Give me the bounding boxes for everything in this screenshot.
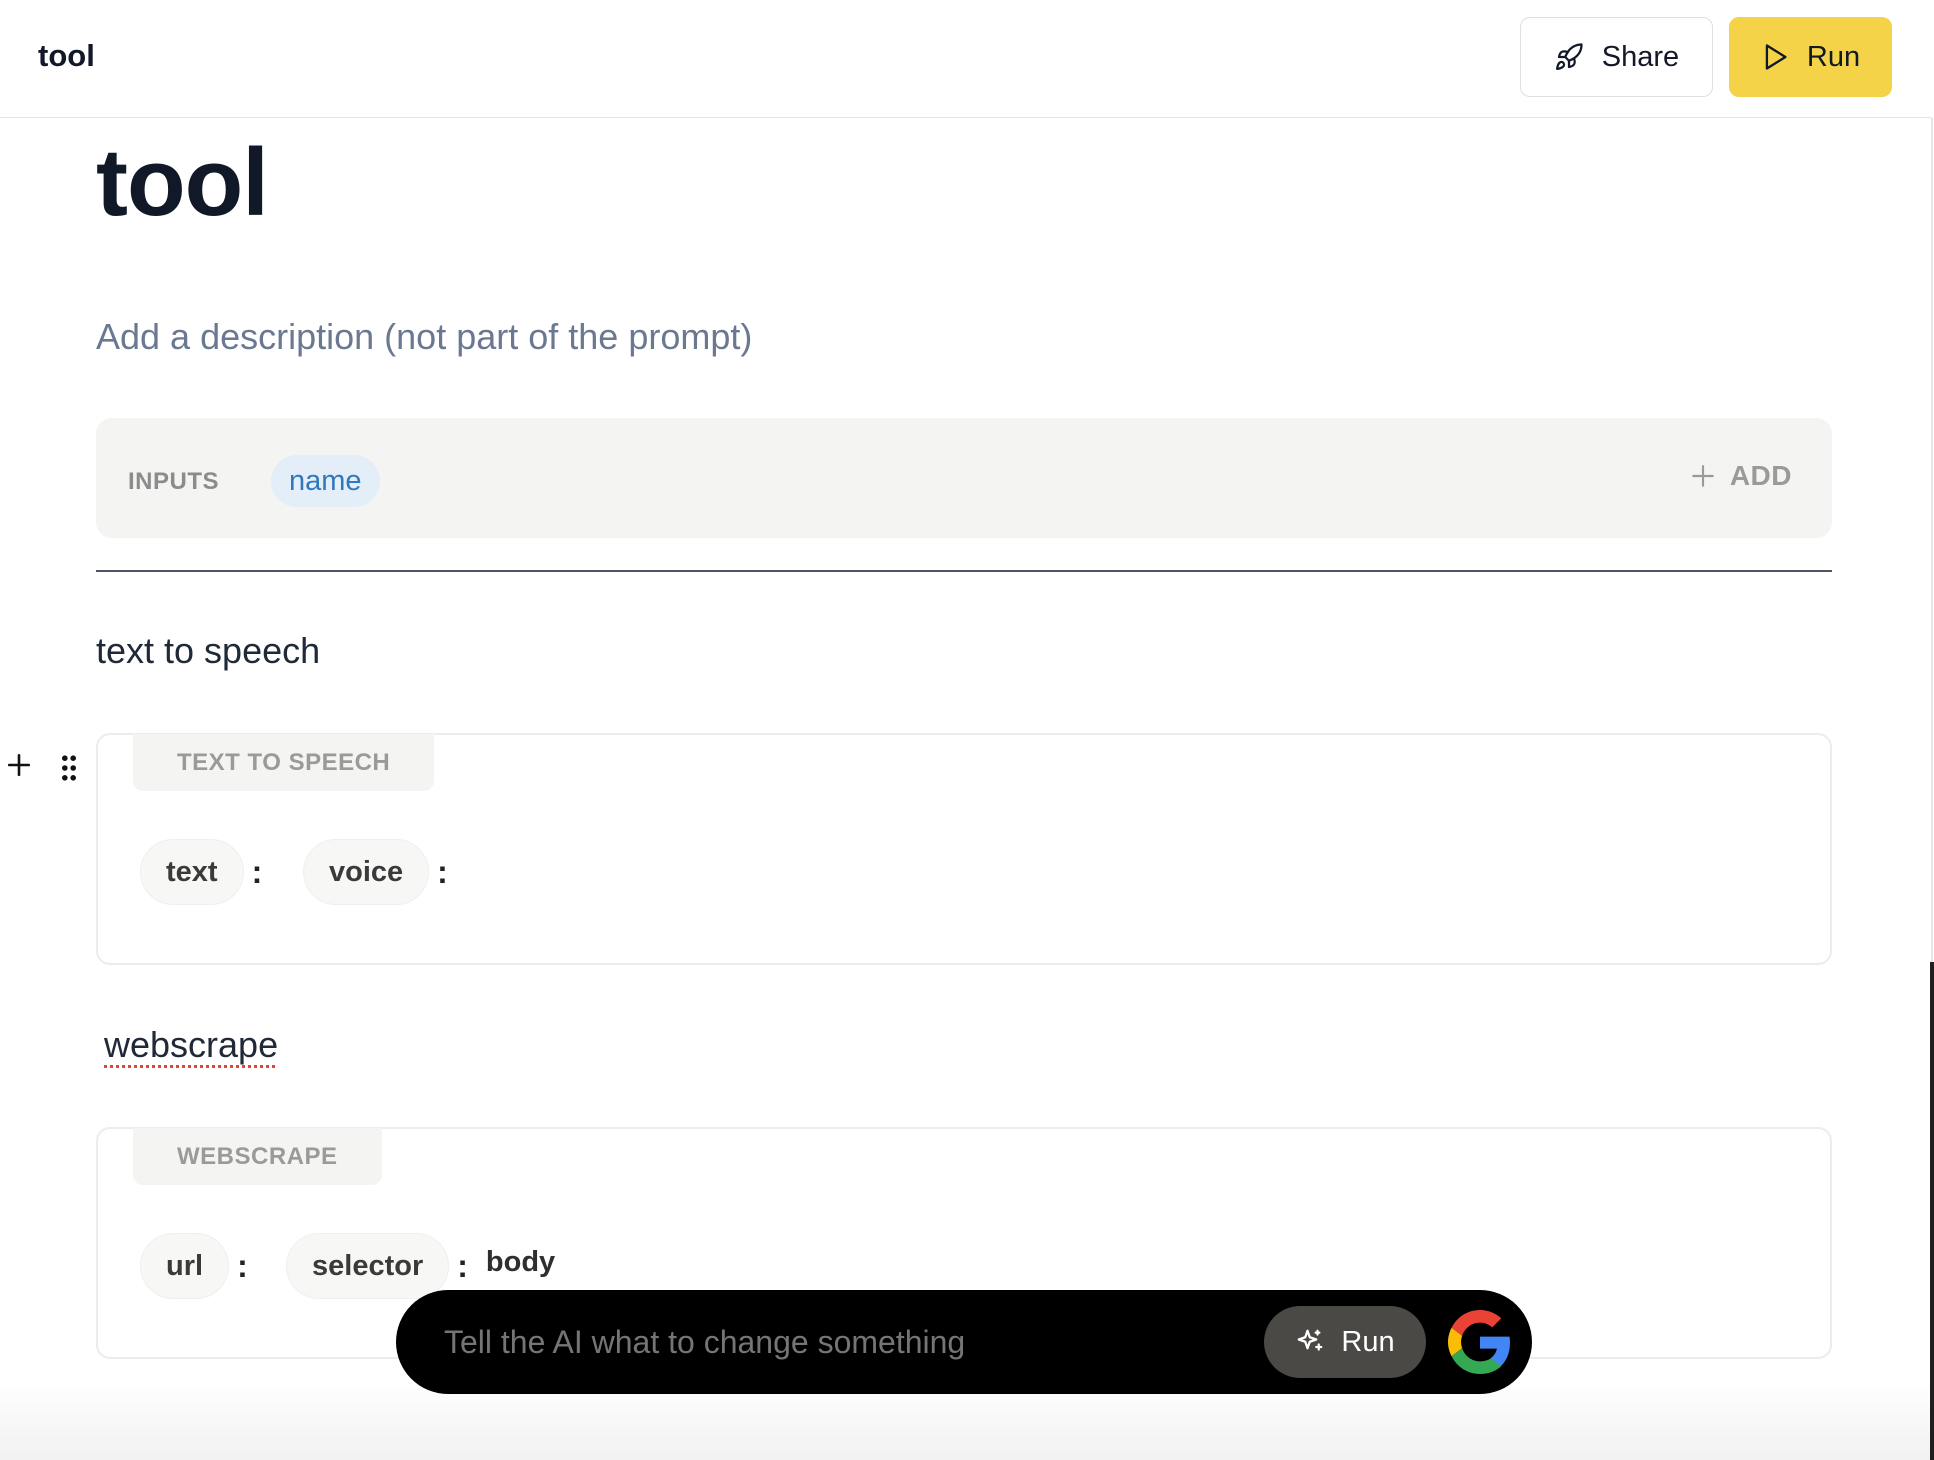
window-edge: [1930, 962, 1934, 1460]
ai-run-button[interactable]: Run: [1264, 1306, 1426, 1378]
page-title[interactable]: tool: [96, 128, 269, 238]
param-name: voice: [303, 839, 430, 905]
ai-command-bar: Run: [396, 1290, 1532, 1394]
app-title: tool: [38, 38, 95, 73]
block-heading-text-to-speech[interactable]: text to speech: [96, 630, 320, 672]
ai-run-label: Run: [1341, 1325, 1395, 1358]
block-text-to-speech: TEXT TO SPEECH text : voice :: [96, 733, 1832, 965]
param-name: url: [140, 1233, 230, 1299]
param-voice[interactable]: voice :: [303, 839, 466, 905]
param-colon: :: [457, 1247, 468, 1284]
inputs-bar: INPUTS name ADD: [96, 418, 1832, 538]
param-text[interactable]: text :: [140, 839, 280, 905]
description-field[interactable]: Add a description (not part of the promp…: [96, 316, 752, 358]
share-label: Share: [1601, 40, 1680, 73]
ai-prompt-input[interactable]: [444, 1324, 1224, 1361]
add-block-icon[interactable]: [6, 752, 32, 783]
run-button[interactable]: Run: [1729, 17, 1892, 97]
add-input-button[interactable]: ADD: [1690, 460, 1792, 492]
block-heading-webscrape[interactable]: webscrape: [104, 1024, 278, 1066]
add-label: ADD: [1729, 460, 1792, 491]
rocket-icon: [1554, 42, 1584, 72]
inputs-label: INPUTS: [128, 468, 220, 495]
share-button[interactable]: Share: [1520, 17, 1713, 97]
sparkle-icon: [1295, 1327, 1325, 1357]
param-name: text: [140, 839, 244, 905]
play-icon: [1761, 42, 1789, 72]
block-heading-text: webscrape: [104, 1024, 279, 1065]
param-colon: :: [237, 1247, 248, 1284]
block-tag: WEBSCRAPE: [133, 1128, 382, 1185]
drag-handle-icon[interactable]: [60, 754, 78, 787]
plus-icon: [1690, 463, 1716, 489]
section-divider: [96, 570, 1832, 572]
block-tag: TEXT TO SPEECH: [133, 734, 435, 791]
top-bar: tool Share Run: [0, 0, 1932, 118]
param-name: selector: [286, 1233, 450, 1299]
param-colon: :: [251, 853, 263, 890]
param-value[interactable]: body: [486, 1246, 555, 1279]
run-label: Run: [1806, 40, 1861, 73]
param-url[interactable]: url :: [140, 1233, 266, 1299]
input-chip-name[interactable]: name: [271, 455, 380, 507]
google-icon[interactable]: [1448, 1310, 1512, 1379]
param-colon: :: [437, 853, 448, 890]
